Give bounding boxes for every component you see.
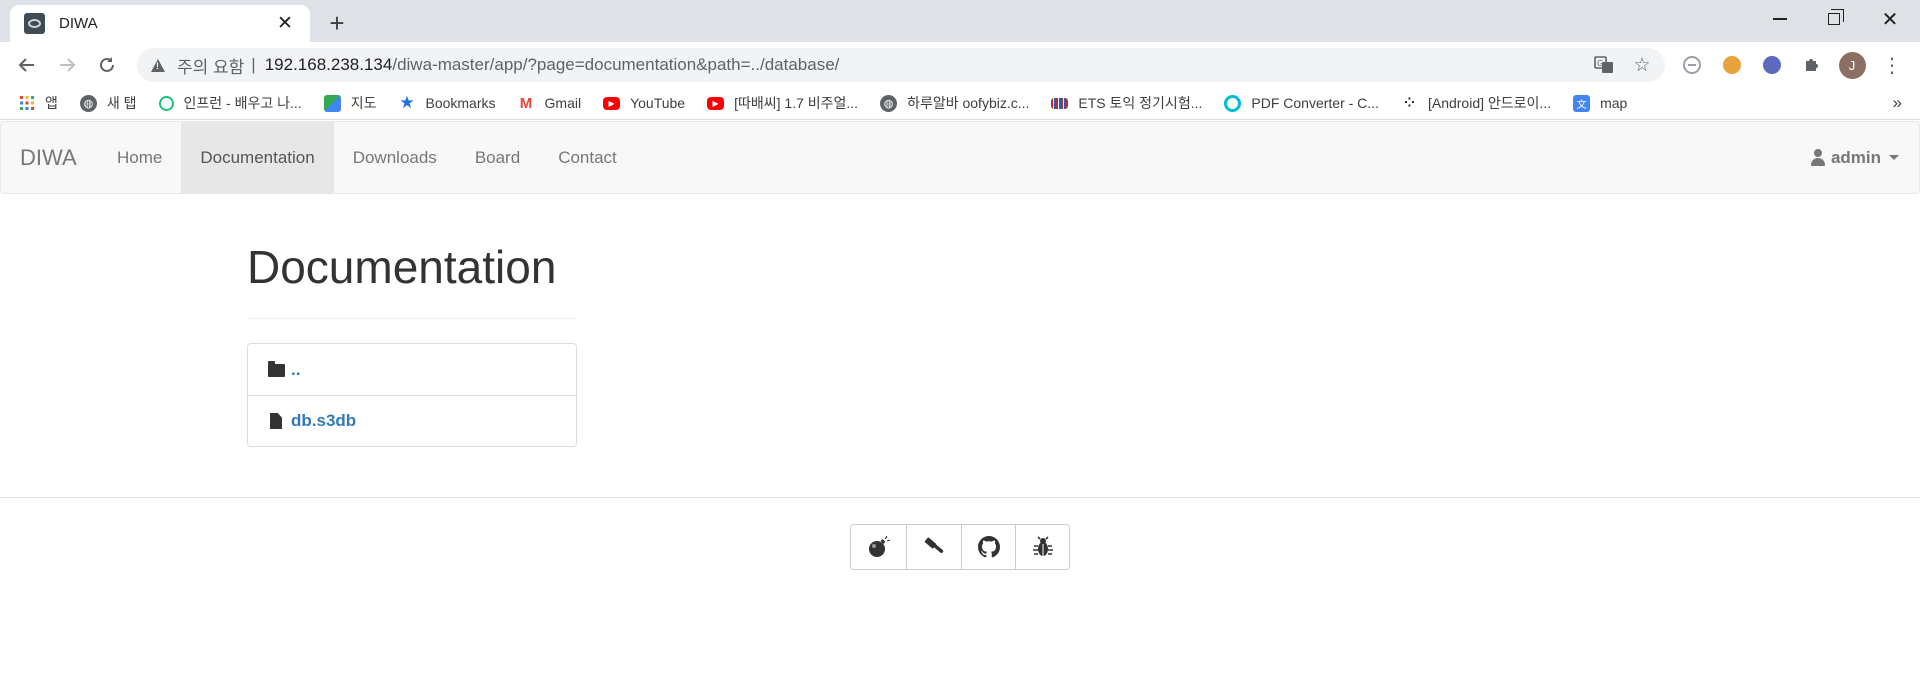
pdf-converter-icon [1224,94,1242,112]
tab-title: DIWA [59,15,98,32]
inflearn-icon [158,95,174,111]
user-dropdown[interactable]: admin [1810,122,1899,193]
url-path[interactable]: /diwa-master/app/?page=documentation&pat… [392,55,839,75]
cookie-extension-icon[interactable] [1716,49,1748,81]
bookmark-map[interactable]: 文 map [1573,94,1627,112]
bug-button[interactable] [1015,525,1069,569]
nav-downloads[interactable]: Downloads [334,122,456,193]
youtube-icon: ▶ [707,96,725,110]
nav-home[interactable]: Home [98,122,181,193]
list-item[interactable]: .. [248,344,576,395]
nav-contact[interactable]: Contact [539,122,636,193]
svg-text:G: G [1597,59,1603,68]
tistory-icon: ⁘ [1404,95,1415,110]
not-secure-label[interactable]: 주의 요함 [177,53,244,78]
bookmark-ets-toeic[interactable]: ETS 토익 정기시험... [1051,93,1202,113]
page-title: Documentation [247,241,557,293]
maps-icon [323,94,341,112]
gavel-icon [924,537,944,554]
gmail-icon: M [519,94,533,112]
bug-icon [1032,536,1053,556]
browser-toolbar: 주의 요함 | 192.168.238.134/diwa-master/app/… [0,42,1920,87]
user-icon [1810,149,1825,166]
github-icon [977,536,1000,558]
nav-board[interactable]: Board [456,122,539,193]
bookmark-haru-alba[interactable]: ◍ 하루알바 oofybiz.c... [880,93,1029,113]
nav-links: Home Documentation Downloads Board Conta… [98,122,636,193]
apps-grid-icon [18,95,35,112]
bookmarks-bar: 앱 ◍ 새 탭 인프런 - 배우고 나... 지도 ★ Bookmarks M Gma… [0,87,1920,120]
browser-tab[interactable]: DIWA ✕ [10,5,310,42]
back-arrow-icon[interactable] [11,49,43,81]
globe-icon: ◍ [880,94,898,112]
reload-icon[interactable] [91,49,123,81]
omnibox-actions: G ☆ [1591,52,1655,78]
github-button[interactable] [961,525,1015,569]
window-minimize-icon[interactable] [1752,0,1808,38]
bookmark-ttabaessi[interactable]: ▶ [따배씨] 1.7 비주얼... [707,93,858,113]
address-bar[interactable]: 주의 요함 | 192.168.238.134/diwa-master/app/… [137,48,1665,82]
not-secure-warning-icon[interactable] [151,58,165,72]
bookmark-youtube[interactable]: ▶ YouTube [603,95,685,111]
list-item[interactable]: db.s3db [248,395,576,446]
bookmark-star-icon[interactable]: ☆ [1629,52,1655,78]
puzzle-extensions-icon[interactable] [1796,49,1828,81]
bookmark-bookmarks[interactable]: ★ Bookmarks [398,93,495,112]
youtube-icon: ▶ [603,96,621,110]
gavel-button[interactable] [906,525,961,569]
diwa-favicon-icon [24,13,45,34]
caret-down-icon [1889,155,1899,160]
bookmark-inflearn[interactable]: 인프런 - 배우고 나... [158,93,302,113]
extensions-row: J ⋮ [1676,49,1908,81]
translate-map-icon: 文 [1573,94,1591,112]
bookmark-maps[interactable]: 지도 [323,93,376,113]
site-brand[interactable]: DIWA [20,122,77,193]
nav-documentation[interactable]: Documentation [181,122,334,193]
globe-icon: ◍ [79,94,97,112]
ets-icon [1051,97,1069,109]
title-divider [247,318,577,319]
window-restore-icon[interactable] [1806,0,1862,38]
new-tab-plus-icon[interactable]: + [322,8,352,38]
bookmark-apps[interactable]: 앱 [18,93,58,113]
url-host[interactable]: 192.168.238.134 [265,55,393,75]
footer-divider [0,497,1920,498]
footer-button-group [850,524,1070,570]
file-list: .. db.s3db [247,343,577,447]
folder-icon [268,361,285,377]
site-navbar: DIWA Home Documentation Downloads Board … [0,121,1920,194]
browser-tabstrip: DIWA ✕ + ✕ [0,0,1920,42]
browser-menu-icon[interactable]: ⋮ [1876,49,1908,81]
bookmarks-overflow-chevron-icon[interactable]: » [1893,93,1902,113]
file-link-db[interactable]: db.s3db [291,411,356,431]
file-icon [270,413,282,429]
translate-icon[interactable]: G [1591,52,1617,78]
url-separator: | [251,55,256,74]
bookmark-android-tistory[interactable]: ⁘ [Android] 안드로이... [1401,93,1551,113]
star-icon: ★ [399,93,415,112]
checkmark-extension-icon[interactable] [1756,49,1788,81]
profile-avatar[interactable]: J [1836,49,1868,81]
bookmark-new-tab[interactable]: ◍ 새 탭 [79,93,137,113]
window-close-icon[interactable]: ✕ [1862,0,1918,38]
parent-folder-link[interactable]: .. [291,360,300,380]
username-label: admin [1830,148,1881,167]
bookmark-pdf-converter[interactable]: PDF Converter - C... [1224,94,1379,112]
bomb-icon [868,536,890,557]
bomb-button[interactable] [851,525,906,569]
tab-close-icon[interactable]: ✕ [274,12,296,35]
bookmark-gmail[interactable]: M Gmail [518,94,581,112]
extension-minus-circle-icon[interactable] [1676,49,1708,81]
forward-arrow-icon[interactable] [51,49,83,81]
